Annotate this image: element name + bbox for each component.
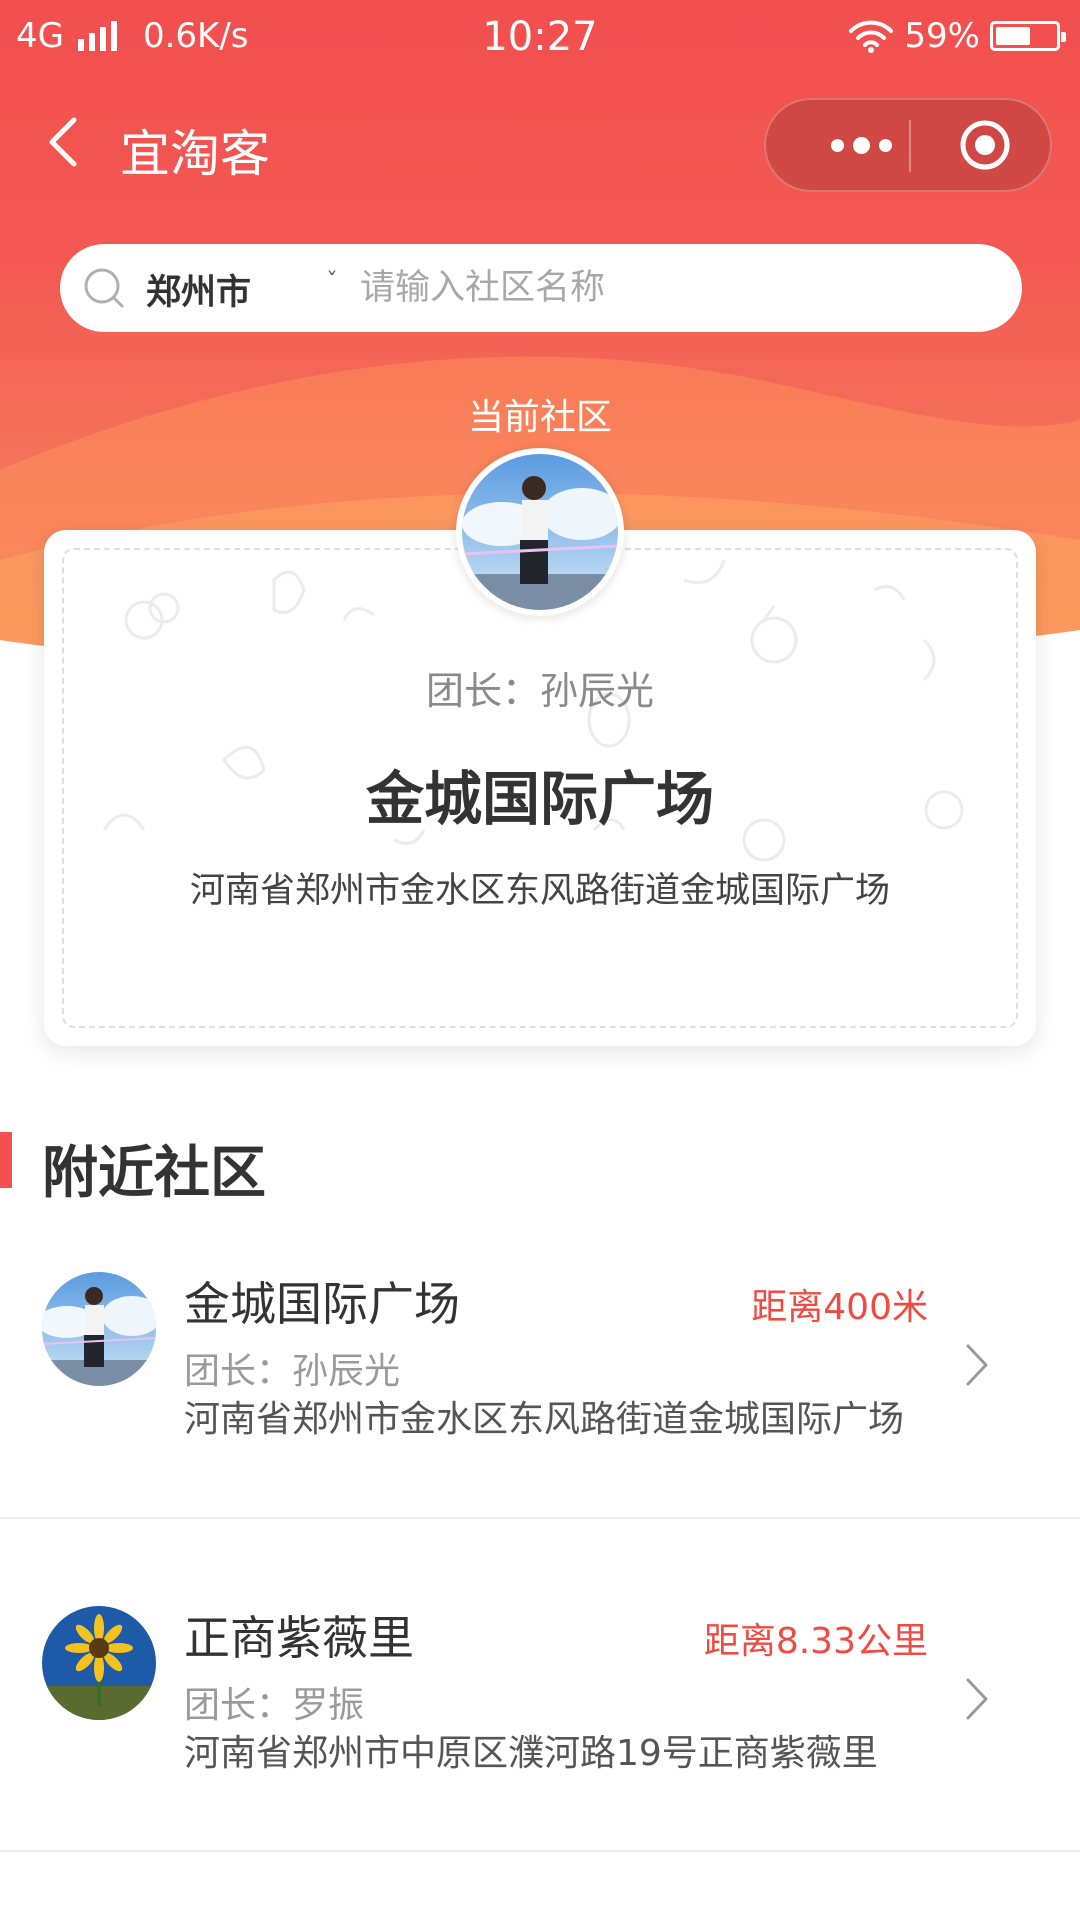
leader-label: 团长：罗振 (184, 1685, 365, 1726)
address-label: 河南省郑州市中原区濮河路19号正商紫薇里 (184, 1733, 878, 1774)
battery-percent: 59% (904, 16, 980, 56)
close-target-icon[interactable] (958, 118, 1012, 172)
chevron-down-icon[interactable]: ˇ (326, 268, 338, 296)
list-item[interactable]: 金城国际广场 距离400米 团长：孙辰光 河南省郑州市金水区东风路街道金城国际广… (0, 1232, 1080, 1566)
avatar-image (462, 454, 618, 610)
current-community-label: 当前社区 (467, 397, 612, 438)
search-bar: 郑州市 ˇ (60, 244, 1022, 332)
address-label: 河南省郑州市金水区东风路街道金城国际广场 (184, 1399, 905, 1440)
community-name: 金城国际广场 (184, 1277, 460, 1331)
miniprogram-capsule (764, 98, 1052, 192)
section-accent-bar (0, 1132, 12, 1188)
current-leader: 团长：孙辰光 (425, 669, 654, 713)
capsule-divider (909, 120, 911, 172)
current-leader-avatar (456, 448, 624, 616)
city-selector[interactable]: 郑州市 (146, 264, 251, 315)
leader-label: 团长：孙辰光 (184, 1351, 401, 1392)
current-community-name: 金城国际广场 (365, 765, 714, 833)
community-name: 正商紫薇里 (184, 1611, 414, 1665)
avatar (42, 1606, 156, 1720)
wifi-icon (849, 20, 894, 53)
battery-icon (990, 21, 1066, 51)
distance-label: 距离8.33公里 (703, 1621, 928, 1662)
section-title: 附近社区 (42, 1141, 266, 1206)
nav-bar: 宜淘客 (0, 90, 1080, 200)
status-bar: 4G 0.6K/s 10:27 59% (0, 0, 1080, 74)
more-dots-icon[interactable] (806, 100, 916, 190)
search-icon (84, 268, 124, 308)
back-arrow-icon[interactable] (38, 112, 98, 172)
distance-label: 距离400米 (751, 1287, 928, 1328)
avatar (42, 1272, 156, 1386)
chevron-right-icon (966, 1678, 988, 1720)
list-divider (0, 1517, 1080, 1519)
search-input[interactable] (360, 258, 980, 318)
page-title: 宜淘客 (120, 125, 270, 183)
current-community-address: 河南省郑州市金水区东风路街道金城国际广场 (189, 871, 890, 911)
list-divider (0, 1850, 1080, 1852)
chevron-right-icon (966, 1344, 988, 1386)
